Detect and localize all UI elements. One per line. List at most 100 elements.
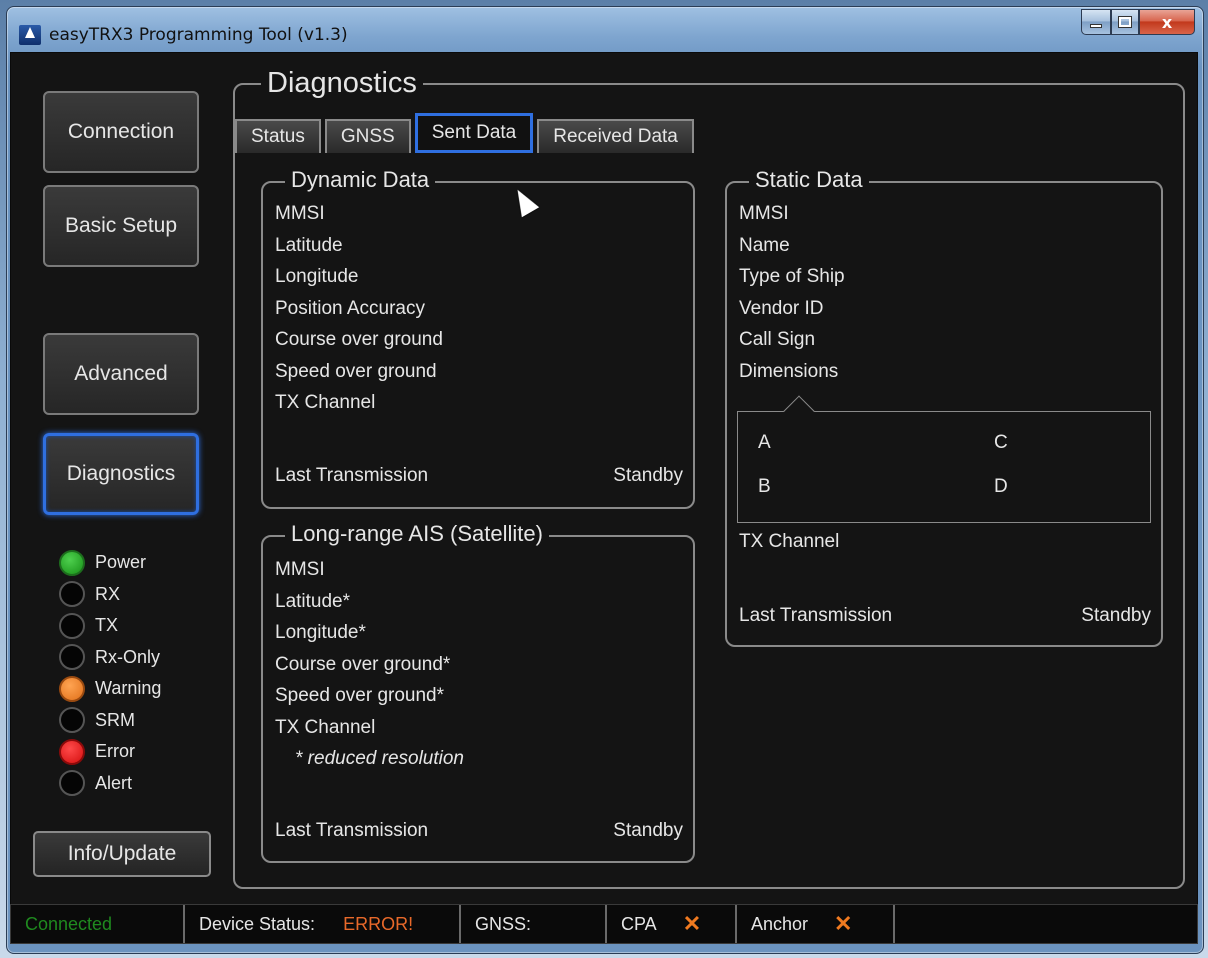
led-row-srm: SRM — [59, 705, 161, 737]
last-transmission-value: Standby — [1081, 605, 1151, 626]
rx-led-icon — [59, 581, 85, 608]
dynamic-field: Course over ground — [275, 329, 443, 350]
led-label: TX — [95, 615, 119, 636]
error-led-icon — [59, 738, 85, 765]
led-label: Power — [95, 552, 147, 573]
close-icon: x — [1161, 12, 1173, 32]
cpa-label: CPA — [621, 913, 657, 934]
static-field: Name — [739, 235, 790, 256]
led-indicators: Power RX TX Rx-Only Warning SRM Error Al… — [59, 547, 161, 799]
tab-sent-data[interactable]: Sent Data — [414, 113, 534, 153]
client-area: Connection Basic Setup Advanced Diagnost… — [10, 52, 1198, 942]
window-controls: x — [1081, 9, 1195, 35]
dynamic-field: TX Channel — [275, 392, 376, 413]
group-title: Long-range AIS (Satellite) — [285, 521, 549, 547]
last-transmission-value: Standby — [613, 820, 683, 841]
dynamic-field: Longitude — [275, 266, 359, 287]
dynamic-field: MMSI — [275, 203, 325, 224]
led-row-error: Error — [59, 736, 161, 768]
diagnostics-panel: Diagnostics Status GNSS Sent Data Receiv… — [233, 67, 1185, 889]
dynamic-field: Latitude — [275, 235, 343, 256]
connection-button[interactable]: Connection — [43, 91, 199, 173]
last-transmission-label: Last Transmission — [739, 605, 893, 626]
satellite-field: Longitude* — [275, 622, 366, 643]
satellite-field: Speed over ground* — [275, 685, 445, 706]
static-field: Vendor ID — [739, 298, 824, 319]
tx-led-icon — [59, 612, 85, 639]
last-transmission-label: Last Transmission — [275, 465, 429, 486]
anchor-status: Anchor ✕ — [737, 905, 895, 943]
dimensions-box: A C B D — [737, 395, 1151, 523]
reduced-resolution-note: * reduced resolution — [295, 748, 464, 769]
satellite-field: TX Channel — [275, 717, 376, 738]
last-transmission-label: Last Transmission — [275, 820, 429, 841]
device-status-value: ERROR! — [343, 913, 414, 934]
dimension-d-label: D — [994, 476, 1008, 497]
close-button[interactable]: x — [1139, 9, 1195, 35]
device-status-label: Device Status: — [199, 913, 316, 934]
alert-led-icon — [59, 770, 85, 797]
led-row-power: Power — [59, 547, 161, 579]
led-row-rx-only: Rx-Only — [59, 642, 161, 674]
dimension-b-label: B — [758, 476, 771, 497]
tab-received-data[interactable]: Received Data — [537, 119, 694, 153]
static-field: Dimensions — [739, 361, 839, 382]
minimize-icon — [1090, 24, 1102, 28]
led-label: SRM — [95, 709, 135, 730]
srm-led-icon — [59, 707, 85, 734]
panel-title: Diagnostics — [261, 67, 423, 100]
led-label: Warning — [95, 678, 162, 699]
connection-status: Connected — [11, 905, 185, 943]
satellite-data-group: Long-range AIS (Satellite) MMSI Latitude… — [261, 521, 695, 863]
dimensions-pointer — [783, 395, 815, 427]
led-row-rx: RX — [59, 579, 161, 611]
tab-status[interactable]: Status — [235, 119, 321, 153]
tab-gnss[interactable]: GNSS — [324, 119, 411, 153]
static-field: Call Sign — [739, 329, 816, 350]
gnss-label: GNSS: — [475, 913, 532, 934]
app-logo-icon — [19, 25, 41, 45]
cpa-x-icon: ✕ — [682, 911, 702, 936]
maximize-icon — [1118, 16, 1132, 28]
static-field: MMSI — [739, 203, 789, 224]
maximize-button[interactable] — [1111, 9, 1139, 35]
tab-bar: Status GNSS Sent Data Received Data — [235, 113, 698, 153]
info-update-button[interactable]: Info/Update — [33, 831, 211, 877]
group-title: Dynamic Data — [285, 167, 436, 193]
power-led-icon — [59, 549, 85, 576]
status-empty-cell — [895, 905, 1197, 943]
static-field: Type of Ship — [739, 266, 845, 287]
anchor-x-icon: ✕ — [834, 911, 853, 936]
led-label: Rx-Only — [95, 646, 161, 667]
satellite-field: Latitude* — [275, 591, 351, 612]
device-status: Device Status: ERROR! — [185, 905, 461, 943]
led-row-warning: Warning — [59, 673, 161, 705]
anchor-label: Anchor — [751, 913, 809, 934]
diagnostics-button[interactable]: Diagnostics — [43, 433, 199, 515]
rx-only-led-icon — [59, 644, 85, 671]
warning-led-icon — [59, 675, 85, 702]
led-row-alert: Alert — [59, 768, 161, 800]
led-label: Alert — [95, 772, 133, 793]
dimension-a-label: A — [758, 432, 771, 453]
satellite-field: MMSI — [275, 559, 325, 580]
static-data-group: Static Data MMSI Name Type of Ship Vendo… — [725, 167, 1163, 647]
gnss-status: GNSS: — [461, 905, 607, 943]
basic-setup-button[interactable]: Basic Setup — [43, 185, 199, 267]
led-row-tx: TX — [59, 610, 161, 642]
dynamic-field: Speed over ground — [275, 361, 437, 382]
dimension-c-label: C — [994, 432, 1008, 453]
satellite-field: Course over ground* — [275, 654, 451, 675]
window-title: easyTRX3 Programming Tool (v1.3) — [49, 25, 348, 45]
static-tx-channel: TX Channel — [739, 531, 840, 552]
minimize-button[interactable] — [1081, 9, 1111, 35]
connected-text: Connected — [25, 913, 113, 934]
group-title: Static Data — [749, 167, 869, 193]
status-bar: Connected Device Status: ERROR! GNSS: CP… — [10, 904, 1198, 944]
cpa-status: CPA ✕ — [607, 905, 737, 943]
dynamic-field: Position Accuracy — [275, 298, 425, 319]
advanced-button[interactable]: Advanced — [43, 333, 199, 415]
last-transmission-value: Standby — [613, 465, 683, 486]
led-label: RX — [95, 583, 121, 604]
dynamic-data-group: Dynamic Data MMSI Latitude Longitude Pos… — [261, 167, 695, 509]
